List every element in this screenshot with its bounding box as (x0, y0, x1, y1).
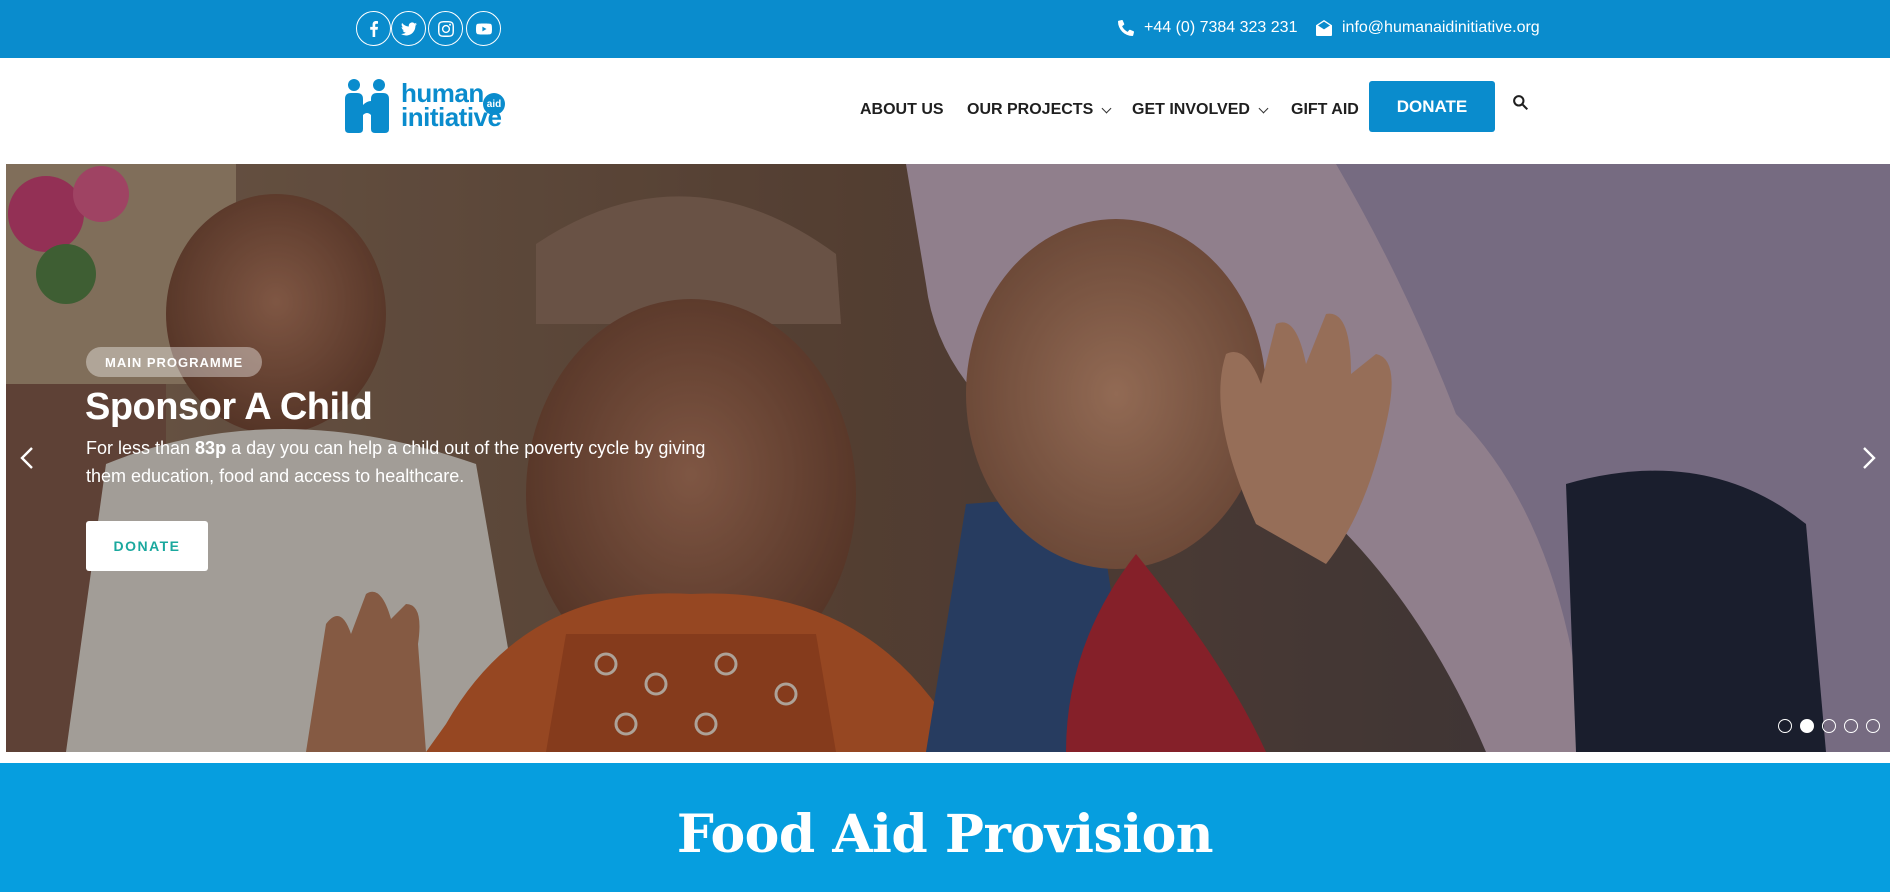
site-logo[interactable]: human initiative aid (345, 75, 510, 137)
envelope-icon (1316, 20, 1332, 36)
hero-slider: MAIN PROGRAMME Sponsor A Child For less … (6, 164, 1890, 752)
nav-get-involved[interactable]: GET INVOLVED (1132, 95, 1269, 125)
slider-dot[interactable] (1822, 719, 1836, 733)
youtube-icon[interactable] (466, 11, 501, 46)
section-title: Food Aid Provision (676, 804, 1214, 865)
email-address: info@humanaidinitiative.org (1342, 19, 1540, 36)
chevron-left-icon[interactable] (16, 446, 40, 470)
twitter-icon[interactable] (391, 11, 426, 46)
instagram-icon[interactable] (428, 11, 463, 46)
nav-gift-aid[interactable]: GIFT AID (1291, 95, 1359, 125)
phone-contact[interactable]: +44 (0) 7384 323 231 (1118, 17, 1297, 39)
site-header: human initiative aid ABOUT US OUR PROJEC… (0, 58, 1890, 164)
slider-pagination (1778, 719, 1888, 733)
chevron-down-icon (1101, 103, 1112, 113)
phone-icon (1118, 20, 1134, 36)
food-aid-section: Food Aid Provision (0, 763, 1890, 892)
programme-badge: MAIN PROGRAMME (86, 347, 263, 377)
chevron-right-icon[interactable] (1856, 446, 1880, 470)
nav-about-us[interactable]: ABOUT US (860, 95, 944, 125)
top-bar: +44 (0) 7384 323 231 info@humanaidinitia… (0, 0, 1890, 58)
facebook-icon[interactable] (356, 11, 391, 46)
slider-dot[interactable] (1778, 719, 1792, 733)
slider-dot-active[interactable] (1800, 719, 1814, 733)
chevron-down-icon (1258, 103, 1269, 113)
logo-people-icon (345, 79, 389, 133)
slider-dot[interactable] (1866, 719, 1880, 733)
hero-donate-button[interactable]: DONATE (86, 521, 208, 571)
donate-button[interactable]: DONATE (1369, 81, 1495, 132)
nav-our-projects[interactable]: OUR PROJECTS (967, 95, 1112, 125)
email-contact[interactable]: info@humanaidinitiative.org (1316, 17, 1540, 39)
phone-number: +44 (0) 7384 323 231 (1144, 19, 1298, 36)
hero-description: For less than 83p a day you can help a c… (86, 438, 706, 486)
logo-aid-badge: aid (483, 93, 505, 115)
hero-title: Sponsor A Child (85, 386, 373, 428)
slider-dot[interactable] (1844, 719, 1858, 733)
search-icon[interactable] (1512, 94, 1532, 114)
